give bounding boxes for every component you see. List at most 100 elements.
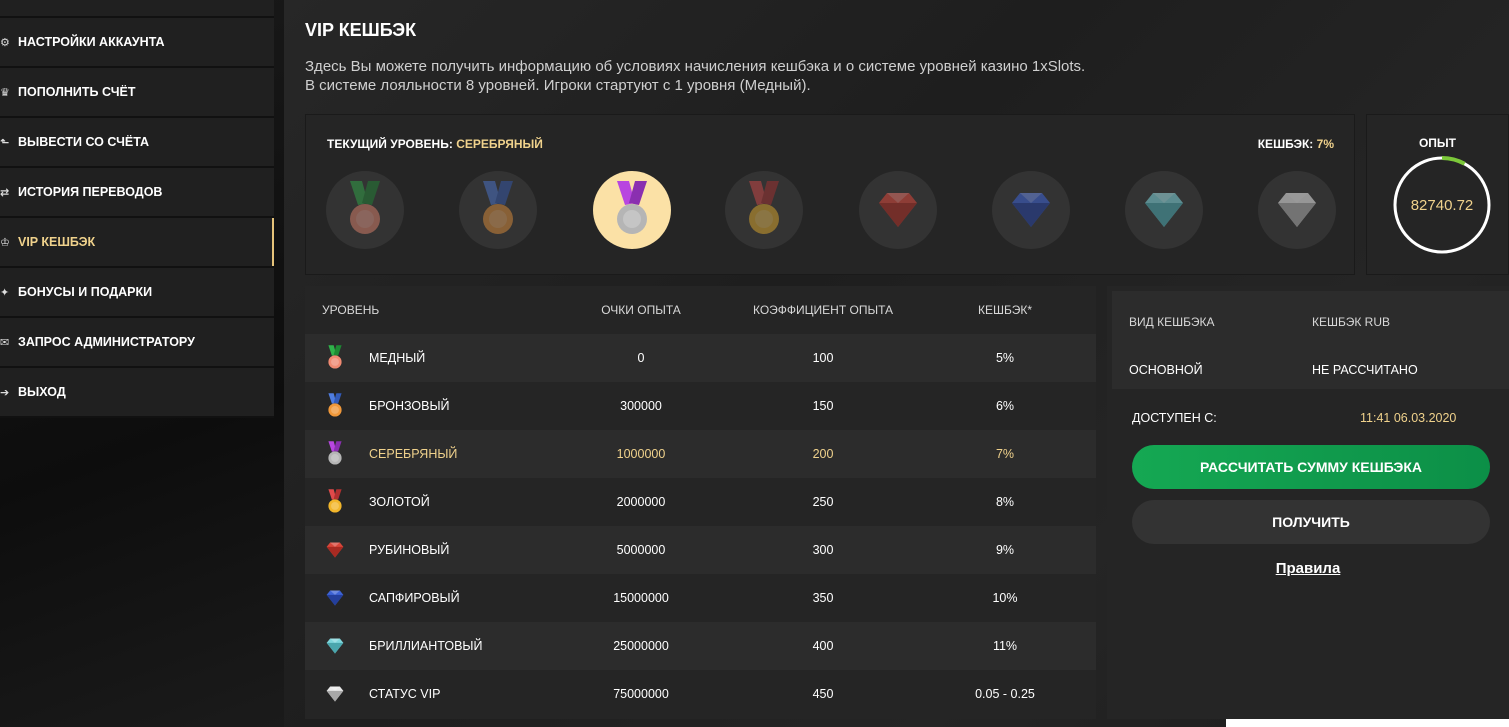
- table-row: РУБИНОВЫЙ 5000000 300 9%: [305, 526, 1096, 574]
- level-cell: БРИЛЛИАНТОВЫЙ: [305, 631, 567, 661]
- vip-crown-icon: ♔: [0, 236, 10, 249]
- sidebar-item-label: ПОПОЛНИТЬ СЧЁТ: [18, 85, 136, 99]
- sidebar-item-bonuses[interactable]: ✦ БОНУСЫ И ПОДАРКИ: [0, 268, 274, 318]
- header-cashback: КЕШБЭК*: [977, 303, 1033, 317]
- level-circle-2: [459, 171, 537, 249]
- sidebar-item-logout[interactable]: ➔ ВЫХОД: [0, 368, 274, 418]
- row-icon: [322, 631, 348, 661]
- available-from-label: ДОСТУПЕН С:: [1132, 411, 1217, 425]
- points-cell: 75000000: [613, 687, 669, 701]
- level-cell: БРОНЗОВЫЙ: [305, 391, 567, 421]
- gold-medal-icon: [749, 181, 779, 234]
- level-name: САПФИРОВЫЙ: [369, 591, 460, 605]
- ruby-gem-icon: [879, 193, 917, 227]
- cashback-amount-header: КЕШБЭК RUB: [1312, 315, 1391, 329]
- rules-link[interactable]: Правила: [1107, 560, 1509, 577]
- xp-title: ОПЫТ: [1418, 136, 1457, 150]
- intro-line-2: В системе лояльности 8 уровней. Игроки с…: [305, 77, 811, 94]
- row-icon: [322, 487, 348, 517]
- intro-text: Здесь Вы можете получить информацию об у…: [305, 57, 1085, 95]
- row-icon: [322, 679, 348, 709]
- cashback-cell: 5%: [995, 351, 1015, 365]
- cashback-cell: 8%: [995, 495, 1015, 509]
- level-name: РУБИНОВЫЙ: [369, 543, 450, 557]
- vip-gem-icon: [326, 686, 344, 702]
- sidebar-item-label: ВЫХОД: [18, 385, 66, 399]
- bottom-overlay-strip: [1226, 719, 1509, 727]
- table-row: БРИЛЛИАНТОВЫЙ 25000000 400 11%: [305, 622, 1096, 670]
- current-level-value: СЕРЕБРЯНЫЙ: [456, 137, 543, 151]
- vip-gem-icon: [1278, 193, 1316, 227]
- copper-medal-icon: [328, 345, 342, 369]
- calculate-cashback-button[interactable]: РАССЧИТАТЬ СУММУ КЕШБЭКА: [1132, 445, 1490, 489]
- current-level: ТЕКУЩИЙ УРОВЕНЬ: СЕРЕБРЯНЫЙ: [327, 137, 543, 151]
- coef-cell: 300: [812, 543, 834, 557]
- get-cashback-button[interactable]: ПОЛУЧИТЬ: [1132, 500, 1490, 544]
- sidebar-item-label: ВЫВЕСТИ СО СЧЁТА: [18, 135, 150, 149]
- header-points: ОЧКИ ОПЫТА: [601, 303, 681, 317]
- cashback-type-value: ОСНОВНОЙ: [1129, 363, 1203, 377]
- cashback-info-box: ВИД КЕШБЭКА КЕШБЭК RUB ОСНОВНОЙ НЕ РАССЧ…: [1112, 291, 1509, 389]
- row-icon: [322, 343, 348, 373]
- level-name: СЕРЕБРЯНЫЙ: [369, 447, 458, 461]
- cashback-value: 7%: [1316, 137, 1334, 151]
- sidebar-item-label: НАСТРОЙКИ АККАУНТА: [18, 35, 165, 49]
- sidebar-item-deposit[interactable]: ♛ ПОПОЛНИТЬ СЧЁТ: [0, 68, 274, 118]
- row-icon: [322, 439, 348, 469]
- sidebar-item-label: VIP КЕШБЭК: [18, 235, 96, 249]
- level-cell: СТАТУС VIP: [305, 679, 567, 709]
- gift-icon: ✦: [0, 286, 10, 299]
- sapphire-gem-icon: [326, 590, 344, 606]
- transfer-history-icon: ⇄: [0, 186, 10, 199]
- cashback-cell: 10%: [992, 591, 1018, 605]
- cashback-cell: 11%: [992, 639, 1018, 653]
- level-cell: СЕРЕБРЯНЫЙ: [305, 439, 567, 469]
- level-circle-4: [725, 171, 803, 249]
- level-panel: ТЕКУЩИЙ УРОВЕНЬ: СЕРЕБРЯНЫЙ КЕШБЭК: 7%: [305, 114, 1355, 275]
- table-row: БРОНЗОВЫЙ 300000 150 6%: [305, 382, 1096, 430]
- xp-panel: ОПЫТ 82740.72: [1366, 114, 1509, 275]
- diamond-gem-icon: [1145, 193, 1183, 227]
- points-cell: 15000000: [613, 591, 669, 605]
- current-cashback: КЕШБЭК: 7%: [1258, 137, 1334, 151]
- deposit-icon: ♛: [0, 86, 10, 99]
- points-cell: 0: [637, 351, 645, 365]
- level-circle-5: [859, 171, 937, 249]
- bronze-medal-icon: [328, 393, 342, 417]
- header-coef: КОЭФФИЦИЕНТ ОПЫТА: [752, 303, 894, 317]
- sidebar-item-label: БОНУСЫ И ПОДАРКИ: [18, 285, 153, 299]
- sidebar-item-admin-request[interactable]: ✉ ЗАПРОС АДМИНИСТРАТОРУ: [0, 318, 274, 368]
- sidebar-item-partial: [0, 0, 274, 18]
- level-name: МЕДНЫЙ: [369, 351, 426, 365]
- diamond-gem-icon: [326, 638, 344, 654]
- level-name: ЗОЛОТОЙ: [369, 495, 430, 509]
- row-icon: [322, 535, 348, 565]
- level-cell: РУБИНОВЫЙ: [305, 535, 567, 565]
- table-row: СЕРЕБРЯНЫЙ 1000000 200 7%: [305, 430, 1096, 478]
- level-circle-6: [992, 171, 1070, 249]
- row-icon: [322, 583, 348, 613]
- cashback-cell: 6%: [995, 399, 1015, 413]
- table-row: ЗОЛОТОЙ 2000000 250 8%: [305, 478, 1096, 526]
- coef-cell: 200: [812, 447, 834, 461]
- points-cell: 300000: [620, 399, 662, 413]
- cashback-amount-value: НЕ РАССЧИТАНО: [1312, 363, 1418, 377]
- sidebar-item-withdraw[interactable]: ⬑ ВЫВЕСТИ СО СЧЁТА: [0, 118, 274, 168]
- table-row: МЕДНЫЙ 0 100 5%: [305, 334, 1096, 382]
- withdraw-icon: ⬑: [0, 136, 10, 149]
- levels-table-header: УРОВЕНЬ ОЧКИ ОПЫТА КОЭФФИЦИЕНТ ОПЫТА КЕШ…: [305, 286, 1096, 334]
- sidebar-item-transfer-history[interactable]: ⇄ ИСТОРИЯ ПЕРЕВОДОВ: [0, 168, 274, 218]
- cashback-label: КЕШБЭК:: [1257, 137, 1314, 151]
- level-name: СТАТУС VIP: [369, 687, 441, 701]
- sidebar-item-vip-cashback[interactable]: ♔ VIP КЕШБЭК: [0, 218, 274, 268]
- points-cell: 2000000: [616, 495, 666, 509]
- level-circle-8: [1258, 171, 1336, 249]
- table-row: САПФИРОВЫЙ 15000000 350 10%: [305, 574, 1096, 622]
- coef-cell: 100: [812, 351, 834, 365]
- level-cell: САПФИРОВЫЙ: [305, 583, 567, 613]
- bronze-medal-icon: [483, 181, 513, 234]
- sidebar-item-account-settings[interactable]: ⚙ НАСТРОЙКИ АККАУНТА: [0, 18, 274, 68]
- level-name: БРИЛЛИАНТОВЫЙ: [369, 639, 483, 653]
- gold-medal-icon: [328, 489, 342, 513]
- page-title: VIP КЕШБЭК: [305, 20, 417, 40]
